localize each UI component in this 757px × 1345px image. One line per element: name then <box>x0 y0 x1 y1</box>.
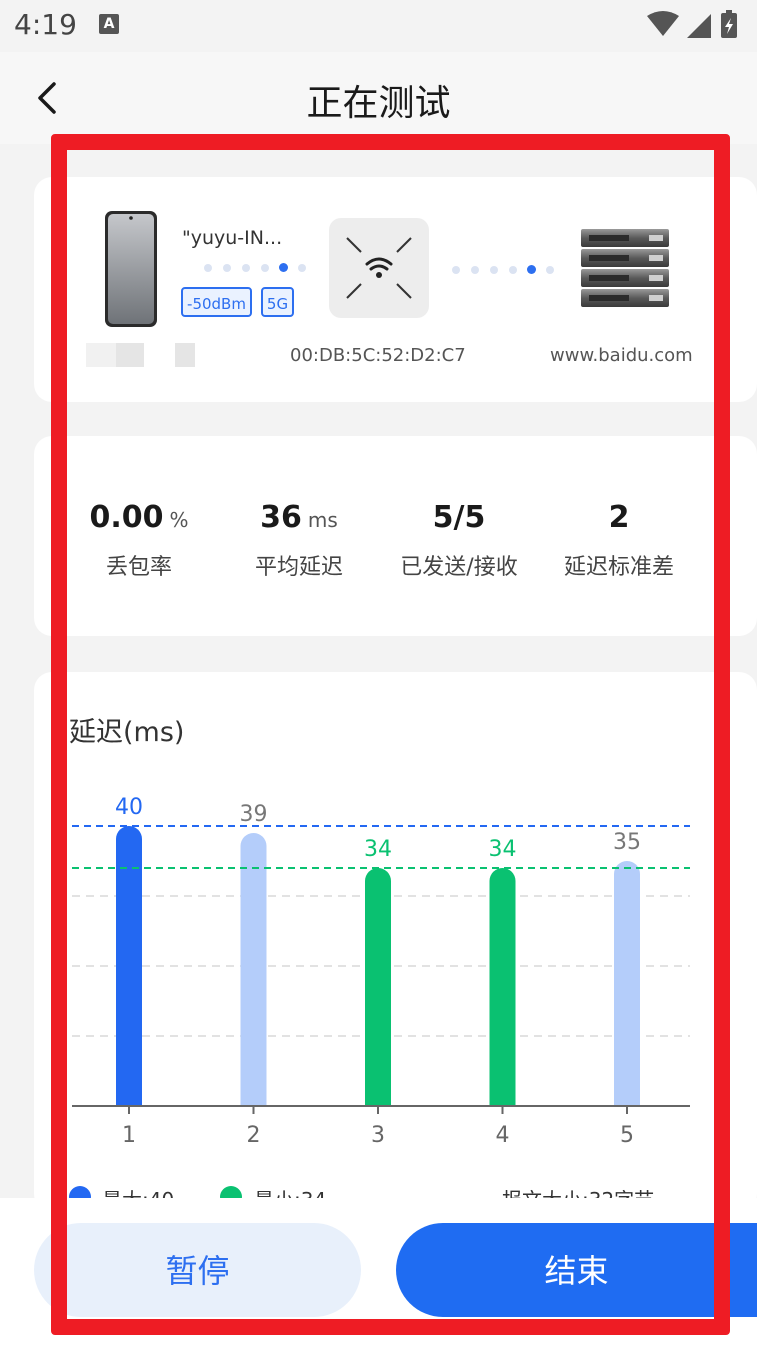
dot <box>223 264 231 272</box>
server-icon <box>581 229 669 307</box>
connection-dots-left <box>204 263 306 274</box>
dot <box>242 264 250 272</box>
end-button[interactable]: 结束 <box>396 1223 757 1317</box>
dot <box>452 266 460 274</box>
stat-unit: ms <box>307 508 338 532</box>
x-tick-label: 3 <box>371 1123 385 1148</box>
stat-label: 延迟标准差 <box>563 555 674 580</box>
stat-sent-received: 5/5 已发送/接收 <box>374 500 544 581</box>
bar-value-label: 34 <box>489 837 517 862</box>
dot <box>298 264 306 272</box>
stat-latency-stddev: 2 延迟标准差 <box>534 500 704 581</box>
dot <box>204 264 212 272</box>
latency-bar <box>489 868 516 1106</box>
dot <box>490 266 498 274</box>
stat-number: 0.00 <box>89 500 164 535</box>
redacted-block <box>86 343 116 367</box>
connection-dots-right <box>452 265 554 276</box>
bar-value-label: 40 <box>115 795 143 820</box>
redacted-block <box>175 343 195 367</box>
band-badge: 5G <box>261 287 294 317</box>
stat-number: 5/5 <box>432 500 486 535</box>
router-icon <box>329 218 429 318</box>
phone-icon <box>105 211 157 327</box>
bar-value-label: 39 <box>240 802 268 827</box>
stats-card: 0.00% 丢包率 36 ms 平均延迟 5/5 已发送/接收 2 延迟标准差 <box>34 436 757 636</box>
wifi-signal-battery-icon <box>647 10 737 38</box>
target-host: www.baidu.com <box>550 345 693 366</box>
latency-bar <box>614 861 640 1106</box>
latency-bar <box>365 868 391 1106</box>
bottom-action-bar: 暂停 结束 <box>0 1198 757 1345</box>
dot <box>471 266 479 274</box>
app-bar: 正在测试 <box>0 52 757 144</box>
stat-number: 36 <box>260 500 302 535</box>
latency-bar <box>240 833 267 1106</box>
x-tick-label: 2 <box>247 1123 261 1148</box>
status-icons <box>647 10 743 44</box>
signal-strength-badge: -50dBm <box>181 287 252 317</box>
stat-unit: % <box>169 508 189 532</box>
status-time: 4:19 <box>14 8 77 41</box>
dot-active <box>279 263 288 272</box>
bar-value-label: 34 <box>364 837 392 862</box>
status-bar: 4:19 A <box>0 0 757 52</box>
device-path-card: "yuyu-IN... -50dBm 5G 00:DB:5C:52:D2:C7 … <box>34 177 757 402</box>
stat-value: 2 <box>534 500 704 535</box>
notification-icon: A <box>99 14 119 34</box>
pause-button[interactable]: 暂停 <box>34 1223 361 1317</box>
dot <box>261 264 269 272</box>
dot <box>509 266 517 274</box>
stat-label: 丢包率 <box>105 555 172 580</box>
page-title: 正在测试 <box>306 83 451 124</box>
router-mac-address: 00:DB:5C:52:D2:C7 <box>290 345 466 366</box>
stat-avg-latency: 36 ms 平均延迟 <box>214 500 384 581</box>
wifi-router-icon <box>346 237 412 299</box>
stat-label: 已发送/接收 <box>400 555 518 580</box>
stat-value: 5/5 <box>374 500 544 535</box>
stat-value: 36 ms <box>214 500 384 535</box>
latency-chart-card: 延迟(ms) 401392343344355 最大:40 最小:34 报文大小:… <box>34 672 757 1212</box>
x-tick-label: 4 <box>496 1123 510 1148</box>
stat-number: 2 <box>608 500 630 535</box>
ssid-label: "yuyu-IN... <box>182 227 283 249</box>
dot-active <box>527 265 536 274</box>
x-tick-label: 5 <box>620 1123 634 1148</box>
stat-packet-loss: 0.00% 丢包率 <box>54 500 224 581</box>
dot <box>546 266 554 274</box>
latency-bar-chart: 40 1 39 2 34 3 34 4 35 5 <box>72 795 690 1148</box>
x-tick-label: 1 <box>122 1123 136 1148</box>
bar-value-label: 35 <box>613 830 641 855</box>
stat-value: 0.00% <box>54 500 224 535</box>
redacted-block <box>116 343 144 367</box>
stat-label: 平均延迟 <box>254 555 343 580</box>
